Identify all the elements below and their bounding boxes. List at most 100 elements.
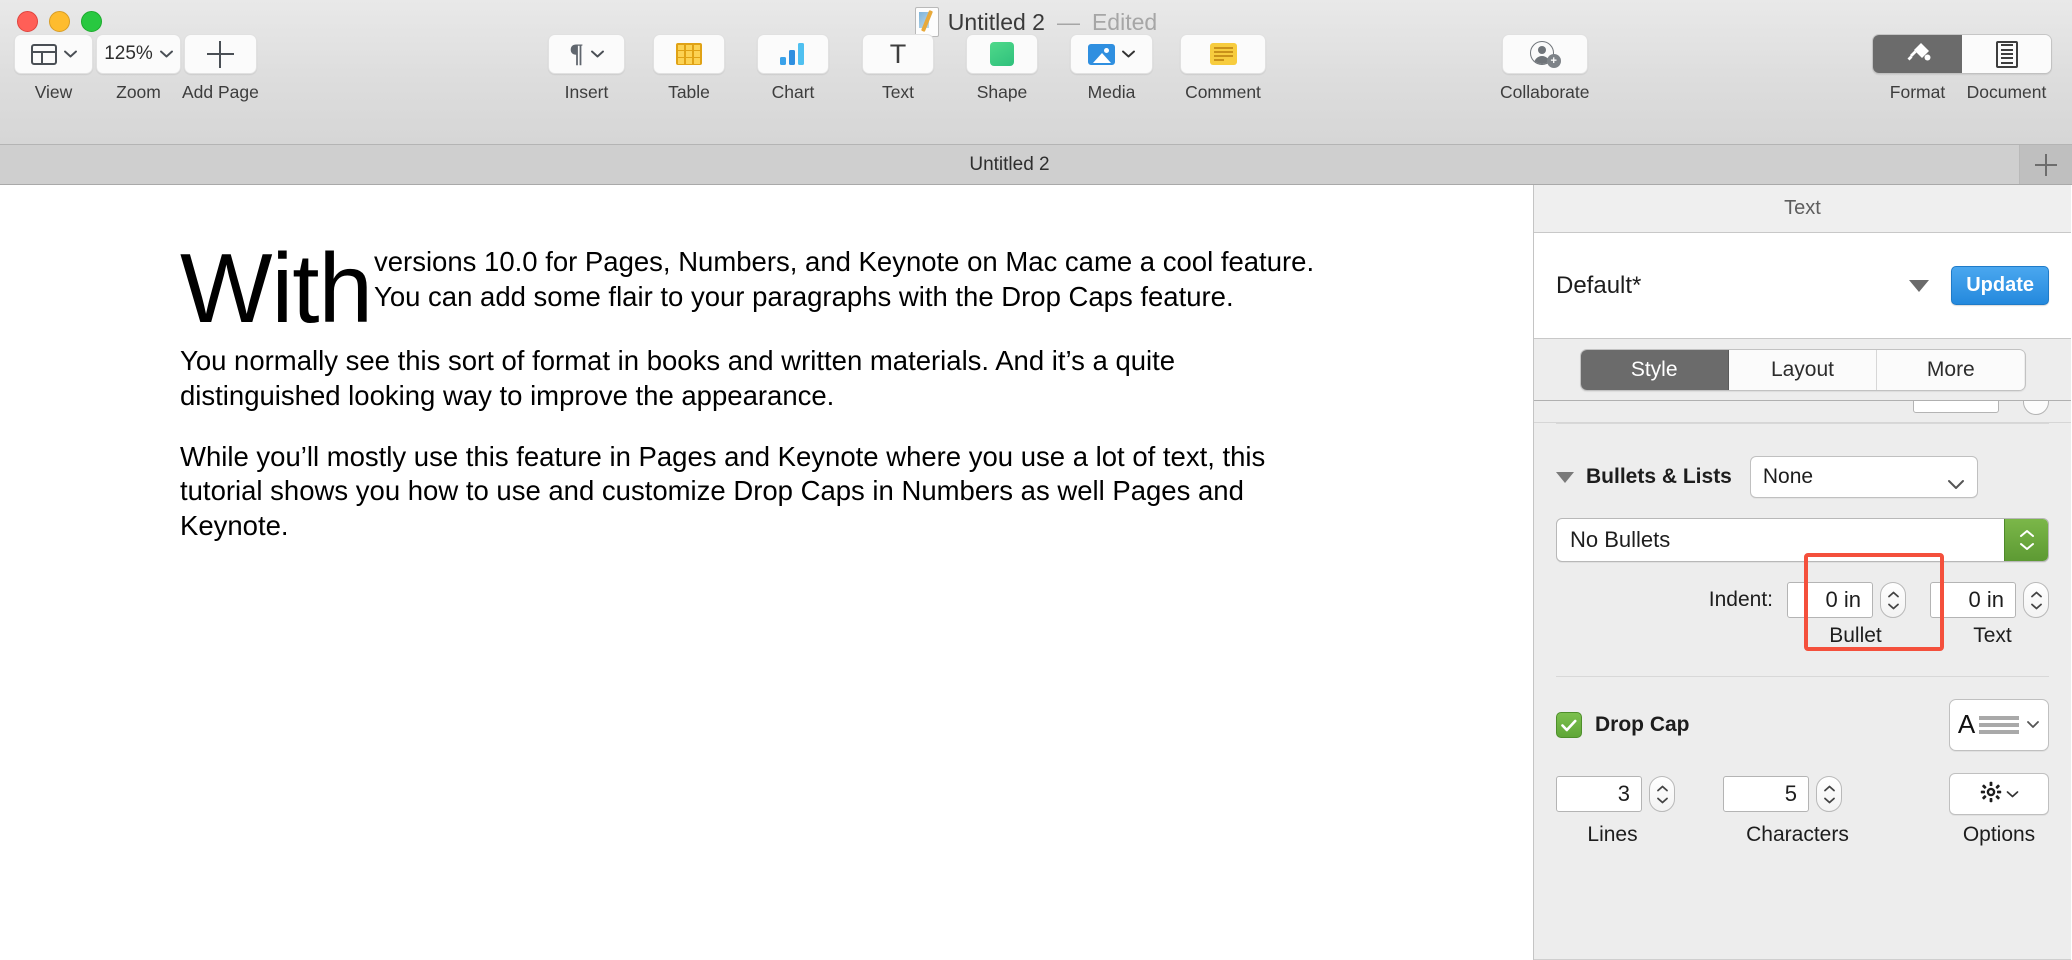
view-button[interactable] [14, 34, 93, 74]
zoom-label: Zoom [116, 82, 161, 102]
bullet-type-stepper[interactable] [2004, 519, 2048, 561]
collaborate-label: Collaborate [1500, 82, 1590, 102]
document-page[interactable]: With versions 10.0 for Pages, Numbers, an… [0, 185, 1533, 543]
chevron-down-icon[interactable] [1909, 279, 1930, 292]
document-canvas[interactable]: With versions 10.0 for Pages, Numbers, an… [0, 185, 1534, 960]
toolbar-item-comment[interactable]: Comment [1180, 34, 1266, 103]
chevron-down-icon [2026, 716, 2040, 734]
bullet-type-value: No Bullets [1570, 527, 1671, 552]
paragraph-1-body: versions 10.0 for Pages, Numbers, and Ke… [374, 246, 1315, 312]
gear-icon [1980, 781, 2002, 808]
text-indent-stepper[interactable] [2023, 582, 2049, 618]
text-label: Text [881, 82, 915, 102]
indent-sublabels-row: Bullet Text [1556, 624, 2049, 648]
paragraph-3[interactable]: While you’ll mostly use this feature in … [180, 440, 1323, 544]
drop-cap-sublabels-row: Lines Characters Options [1556, 823, 2049, 847]
zoom-button[interactable]: 125% [96, 34, 181, 74]
document-page-icon [1995, 40, 2018, 68]
inspector-scroll-area[interactable]: Bullets & Lists None No Bullets Indent: … [1534, 401, 2071, 960]
format-panel-button[interactable] [1873, 35, 1962, 73]
text-indent-field[interactable]: 0 in [1930, 582, 2016, 618]
bullets-and-lists-section: Bullets & Lists None No Bullets Indent: … [1534, 424, 2071, 648]
toolbar-items: View 125% Zoom Add Page ¶ Insert Table C… [0, 34, 2072, 114]
paragraph-1[interactable]: With versions 10.0 for Pages, Numbers, an… [180, 239, 1323, 337]
toolbar-item-view[interactable]: View [14, 34, 93, 103]
add-person-icon: + [1529, 41, 1561, 68]
chart-button[interactable] [757, 34, 829, 74]
update-style-button[interactable]: Update [1951, 266, 2049, 305]
toolbar-item-chart[interactable]: Chart [757, 34, 829, 103]
drop-cap-options-sublabel: Options [1962, 823, 2036, 846]
bullet-indent-field[interactable]: 0 in [1787, 582, 1873, 618]
document-tab[interactable]: Untitled 2 [0, 145, 2020, 184]
document-panel-button[interactable] [1962, 35, 2051, 73]
paragraph-2[interactable]: You normally see this sort of format in … [180, 344, 1323, 413]
tab-layout[interactable]: Layout [1728, 349, 1878, 390]
minimize-window-button[interactable] [49, 11, 70, 32]
chevron-down-icon [1947, 472, 1965, 489]
toolbar-item-zoom[interactable]: 125% Zoom [96, 34, 181, 103]
drop-cap-options-button[interactable] [1949, 773, 2049, 815]
bullets-header-row: Bullets & Lists None [1556, 456, 2049, 498]
format-document-segmented-control: Format Document [1872, 34, 2052, 103]
drop-cap-lines-field[interactable]: 3 [1556, 776, 1642, 812]
tab-style[interactable]: Style [1580, 349, 1729, 390]
drop-cap-text: With [180, 233, 373, 343]
drop-cap-header-row: Drop Cap A [1556, 699, 2049, 751]
drop-cap-checkbox[interactable] [1556, 712, 1582, 738]
table-button[interactable] [653, 34, 725, 74]
zoom-percent-icon: 125% [104, 43, 153, 64]
text-button[interactable]: T [862, 34, 934, 74]
format-label: Format [1889, 82, 1946, 102]
drop-cap-lines-stepper[interactable] [1649, 776, 1675, 812]
toolbar-item-media[interactable]: Media [1070, 34, 1153, 103]
media-button[interactable] [1070, 34, 1153, 74]
comment-button[interactable] [1180, 34, 1266, 74]
bullet-indent-stepper[interactable] [1880, 582, 1906, 618]
paint-brush-icon [1905, 41, 1931, 67]
drop-cap-characters-field[interactable]: 5 [1723, 776, 1809, 812]
toolbar-item-table[interactable]: Table [653, 34, 725, 103]
format-inspector-panel: Text Default* Update Style Layout More B… [1534, 185, 2071, 960]
bullets-preset-popup[interactable]: None [1749, 456, 1978, 498]
chevron-down-icon [159, 50, 173, 58]
chart-label: Chart [771, 82, 815, 102]
bar-chart-icon [779, 43, 807, 65]
drop-cap-characters-stepper[interactable] [1816, 776, 1842, 812]
clipped-scrolled-row [1534, 401, 2071, 423]
toolbar-item-text[interactable]: T Text [862, 34, 934, 103]
inspector-header: Text [1534, 185, 2071, 233]
toolbar-item-collaborate[interactable]: + Collaborate [1500, 34, 1590, 103]
insert-button[interactable]: ¶ [548, 34, 625, 74]
drop-cap-preview-icon: A [1958, 711, 2020, 738]
chevron-down-icon [2006, 785, 2019, 803]
toolbar-item-insert[interactable]: ¶ Insert [548, 34, 625, 103]
drop-cap-style-preview-button[interactable]: A [1949, 699, 2049, 751]
collaborate-button[interactable]: + [1501, 34, 1588, 74]
window-title-separator: — [1056, 8, 1080, 35]
add-page-button[interactable] [183, 34, 257, 74]
table-grid-icon [676, 43, 702, 65]
photo-icon [1088, 43, 1115, 65]
disclosure-triangle-open-icon[interactable] [1556, 471, 1574, 483]
inspector-header-title: Text [1784, 197, 1821, 219]
shape-label: Shape [976, 82, 1028, 102]
toolbar-item-shape[interactable]: Shape [966, 34, 1038, 103]
main-body: With versions 10.0 for Pages, Numbers, an… [0, 185, 2072, 960]
indent-label: Indent: [1708, 588, 1773, 611]
window-title: Untitled 2 — Edited [0, 7, 2072, 37]
shape-button[interactable] [966, 34, 1038, 74]
paragraph-style-name[interactable]: Default* [1556, 272, 1909, 300]
checkmark-icon [1561, 719, 1577, 731]
pages-app-window: Untitled 2 — Edited View 125% Zoom Add P… [0, 0, 2072, 960]
maximize-window-button[interactable] [81, 11, 102, 32]
bullet-type-combo[interactable]: No Bullets [1556, 518, 2049, 562]
indent-row: Indent: 0 in 0 in [1556, 582, 2049, 618]
window-toolbar: Untitled 2 — Edited View 125% Zoom Add P… [0, 0, 2072, 145]
view-label: View [34, 82, 73, 102]
close-window-button[interactable] [17, 11, 38, 32]
tab-more[interactable]: More [1877, 349, 2025, 390]
document-label: Document [1966, 82, 2047, 102]
add-document-tab-button[interactable] [2020, 145, 2072, 184]
toolbar-item-add-page[interactable]: Add Page [182, 34, 259, 103]
